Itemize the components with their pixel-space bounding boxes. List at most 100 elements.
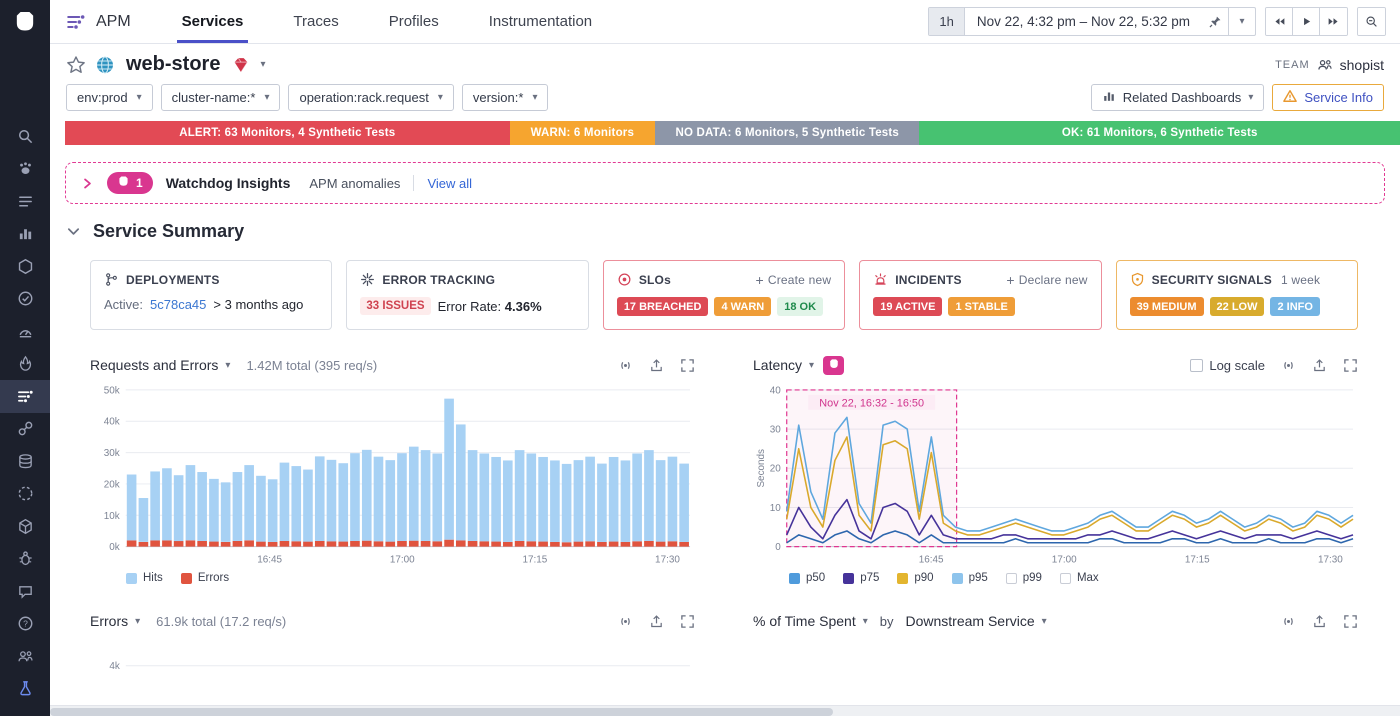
collapse-chevron-icon[interactable] — [66, 224, 81, 239]
export-icon[interactable] — [649, 358, 664, 373]
status-badge[interactable]: 19 ACTIVE — [873, 297, 942, 316]
scrollbar-thumb[interactable] — [50, 708, 833, 716]
tab-instrumentation[interactable]: Instrumentation — [464, 0, 617, 43]
filter-pill[interactable]: version:*▾ — [462, 84, 549, 111]
sidebar-item-log-explorer[interactable] — [0, 185, 50, 218]
monitor-status-segment[interactable]: OK: 61 Monitors, 6 Synthetic Tests — [919, 121, 1400, 145]
chart-metric-dropdown[interactable]: Latency▾ — [753, 357, 814, 373]
requests-errors-chart[interactable]: 0k10k20k30k40k50k16:4517:0017:1517:30 — [90, 380, 695, 570]
related-dashboards-button[interactable]: Related Dashboards ▾ — [1091, 84, 1265, 111]
legend-item-p95[interactable]: p95 — [952, 572, 988, 584]
legend-item-p50[interactable]: p50 — [789, 572, 825, 584]
monitor-status-segment[interactable]: ALERT: 63 Monitors, 4 Synthetic Tests — [65, 121, 510, 145]
legend-item-errors[interactable]: Errors — [181, 572, 229, 584]
datadog-logo[interactable] — [0, 0, 50, 46]
error-tracking-card[interactable]: ERROR TRACKING 33 ISSUES Error Rate: 4.3… — [346, 260, 588, 330]
status-badge[interactable]: 39 MEDIUM — [1130, 297, 1204, 316]
status-badge[interactable]: 2 INFO — [1270, 297, 1319, 316]
play-button[interactable] — [1293, 8, 1320, 35]
create-slo-button[interactable]: +Create new — [755, 273, 831, 287]
legend-item-max[interactable]: Max — [1060, 572, 1099, 584]
group-by-dropdown[interactable]: Downstream Service▾ — [905, 613, 1046, 629]
legend-item-p90[interactable]: p90 — [897, 572, 933, 584]
chart-metric-dropdown[interactable]: % of Time Spent▾ — [753, 613, 868, 629]
status-badge[interactable]: 22 LOW — [1210, 297, 1265, 316]
tab-services[interactable]: Services — [157, 0, 269, 43]
legend-item-hits[interactable]: Hits — [126, 572, 163, 584]
sidebar-item-search[interactable] — [0, 120, 50, 153]
expand-chevron-icon[interactable] — [81, 177, 94, 190]
sidebar-item-monitors[interactable] — [0, 283, 50, 316]
errors-chart[interactable]: 4k — [90, 636, 695, 680]
tab-profiles[interactable]: Profiles — [364, 0, 464, 43]
filter-pill[interactable]: cluster-name:*▾ — [161, 84, 281, 111]
legend-item-p99[interactable]: p99 — [1006, 572, 1042, 584]
sidebar-item-profiling[interactable] — [0, 348, 50, 381]
issues-badge[interactable]: 33 ISSUES — [360, 297, 430, 315]
sidebar-item-metrics[interactable] — [0, 218, 50, 251]
security-signals-card[interactable]: SECURITY SIGNALS 1 week 39 MEDIUM22 LOW2… — [1116, 260, 1358, 330]
export-icon[interactable] — [649, 614, 664, 629]
watchdog-anomaly-icon[interactable] — [823, 356, 844, 375]
create-monitor-icon[interactable] — [1281, 614, 1296, 629]
skip-forward-button[interactable] — [1320, 8, 1347, 35]
checkbox[interactable] — [1190, 359, 1203, 372]
time-range-picker[interactable]: 1h Nov 22, 4:32 pm – Nov 22, 5:32 pm ▾ — [928, 7, 1256, 36]
create-monitor-icon[interactable] — [618, 614, 633, 629]
time-range-chip[interactable]: 1h — [929, 8, 964, 35]
status-badge[interactable]: 4 WARN — [714, 297, 771, 316]
fullscreen-icon[interactable] — [1343, 358, 1358, 373]
tab-traces[interactable]: Traces — [268, 0, 363, 43]
latency-chart[interactable]: 01020304016:4517:0017:1517:30Nov 22, 16:… — [753, 380, 1358, 570]
create-monitor-icon[interactable] — [618, 358, 633, 373]
favorite-star-icon[interactable] — [66, 55, 86, 75]
log-scale-checkbox[interactable]: Log scale — [1190, 358, 1265, 373]
sidebar-item-organization[interactable] — [0, 640, 50, 673]
git-branch-icon — [104, 272, 119, 287]
sidebar-item-apm[interactable] — [0, 380, 50, 413]
monitor-status-segment[interactable]: NO DATA: 6 Monitors, 5 Synthetic Tests — [655, 121, 919, 145]
skip-back-button[interactable] — [1266, 8, 1293, 35]
sidebar-item-ci-pipelines[interactable] — [0, 478, 50, 511]
sidebar-item-infrastructure[interactable] — [0, 250, 50, 283]
sidebar-item-chat[interactable] — [0, 575, 50, 608]
deployment-version-link[interactable]: 5c78ca45 — [150, 297, 206, 312]
status-badge[interactable]: 1 STABLE — [948, 297, 1014, 316]
legend-item-p75[interactable]: p75 — [843, 572, 879, 584]
zoom-out-button[interactable] — [1358, 8, 1385, 35]
service-dropdown-caret[interactable]: ▾ — [260, 59, 265, 70]
service-info-button[interactable]: Service Info — [1272, 84, 1384, 111]
status-badge[interactable]: 17 BREACHED — [617, 297, 709, 316]
deployments-card[interactable]: DEPLOYMENTS Active: 5c78ca45 > 3 months … — [90, 260, 332, 330]
watchdog-insights-banner[interactable]: 1 Watchdog Insights APM anomalies View a… — [65, 162, 1385, 204]
filter-pill[interactable]: operation:rack.request▾ — [288, 84, 453, 111]
declare-incident-button[interactable]: +Declare new — [1006, 273, 1087, 287]
fullscreen-icon[interactable] — [1343, 614, 1358, 629]
horizontal-scrollbar[interactable] — [50, 705, 1400, 716]
sidebar-item-service-map[interactable] — [0, 413, 50, 446]
incidents-card[interactable]: INCIDENTS +Declare new 19 ACTIVE1 STABLE — [859, 260, 1101, 330]
pin-icon[interactable] — [1202, 8, 1228, 35]
chart-metric-dropdown[interactable]: Errors▾ — [90, 613, 140, 629]
team-name[interactable]: shopist — [1340, 57, 1384, 73]
time-dropdown-caret[interactable]: ▾ — [1229, 8, 1255, 35]
monitor-status-segment[interactable]: WARN: 6 Monitors — [510, 121, 656, 145]
chart-metric-dropdown[interactable]: Requests and Errors▾ — [90, 357, 230, 373]
status-badge[interactable]: 18 OK — [777, 297, 823, 316]
sidebar-item-synthetics[interactable] — [0, 315, 50, 348]
sidebar-item-bits-ai[interactable] — [0, 673, 50, 706]
fullscreen-icon[interactable] — [680, 614, 695, 629]
fullscreen-icon[interactable] — [680, 358, 695, 373]
zoom-control — [1357, 7, 1386, 36]
sidebar-item-watchdog[interactable] — [0, 153, 50, 186]
view-all-link[interactable]: View all — [427, 176, 472, 191]
create-monitor-icon[interactable] — [1281, 358, 1296, 373]
slos-card[interactable]: SLOs +Create new 17 BREACHED4 WARN18 OK — [603, 260, 845, 330]
export-icon[interactable] — [1312, 358, 1327, 373]
export-icon[interactable] — [1312, 614, 1327, 629]
sidebar-item-help[interactable]: ? — [0, 608, 50, 641]
sidebar-item-events[interactable] — [0, 543, 50, 576]
sidebar-item-security[interactable] — [0, 510, 50, 543]
sidebar-item-databases[interactable] — [0, 445, 50, 478]
filter-pill[interactable]: env:prod▾ — [66, 84, 153, 111]
